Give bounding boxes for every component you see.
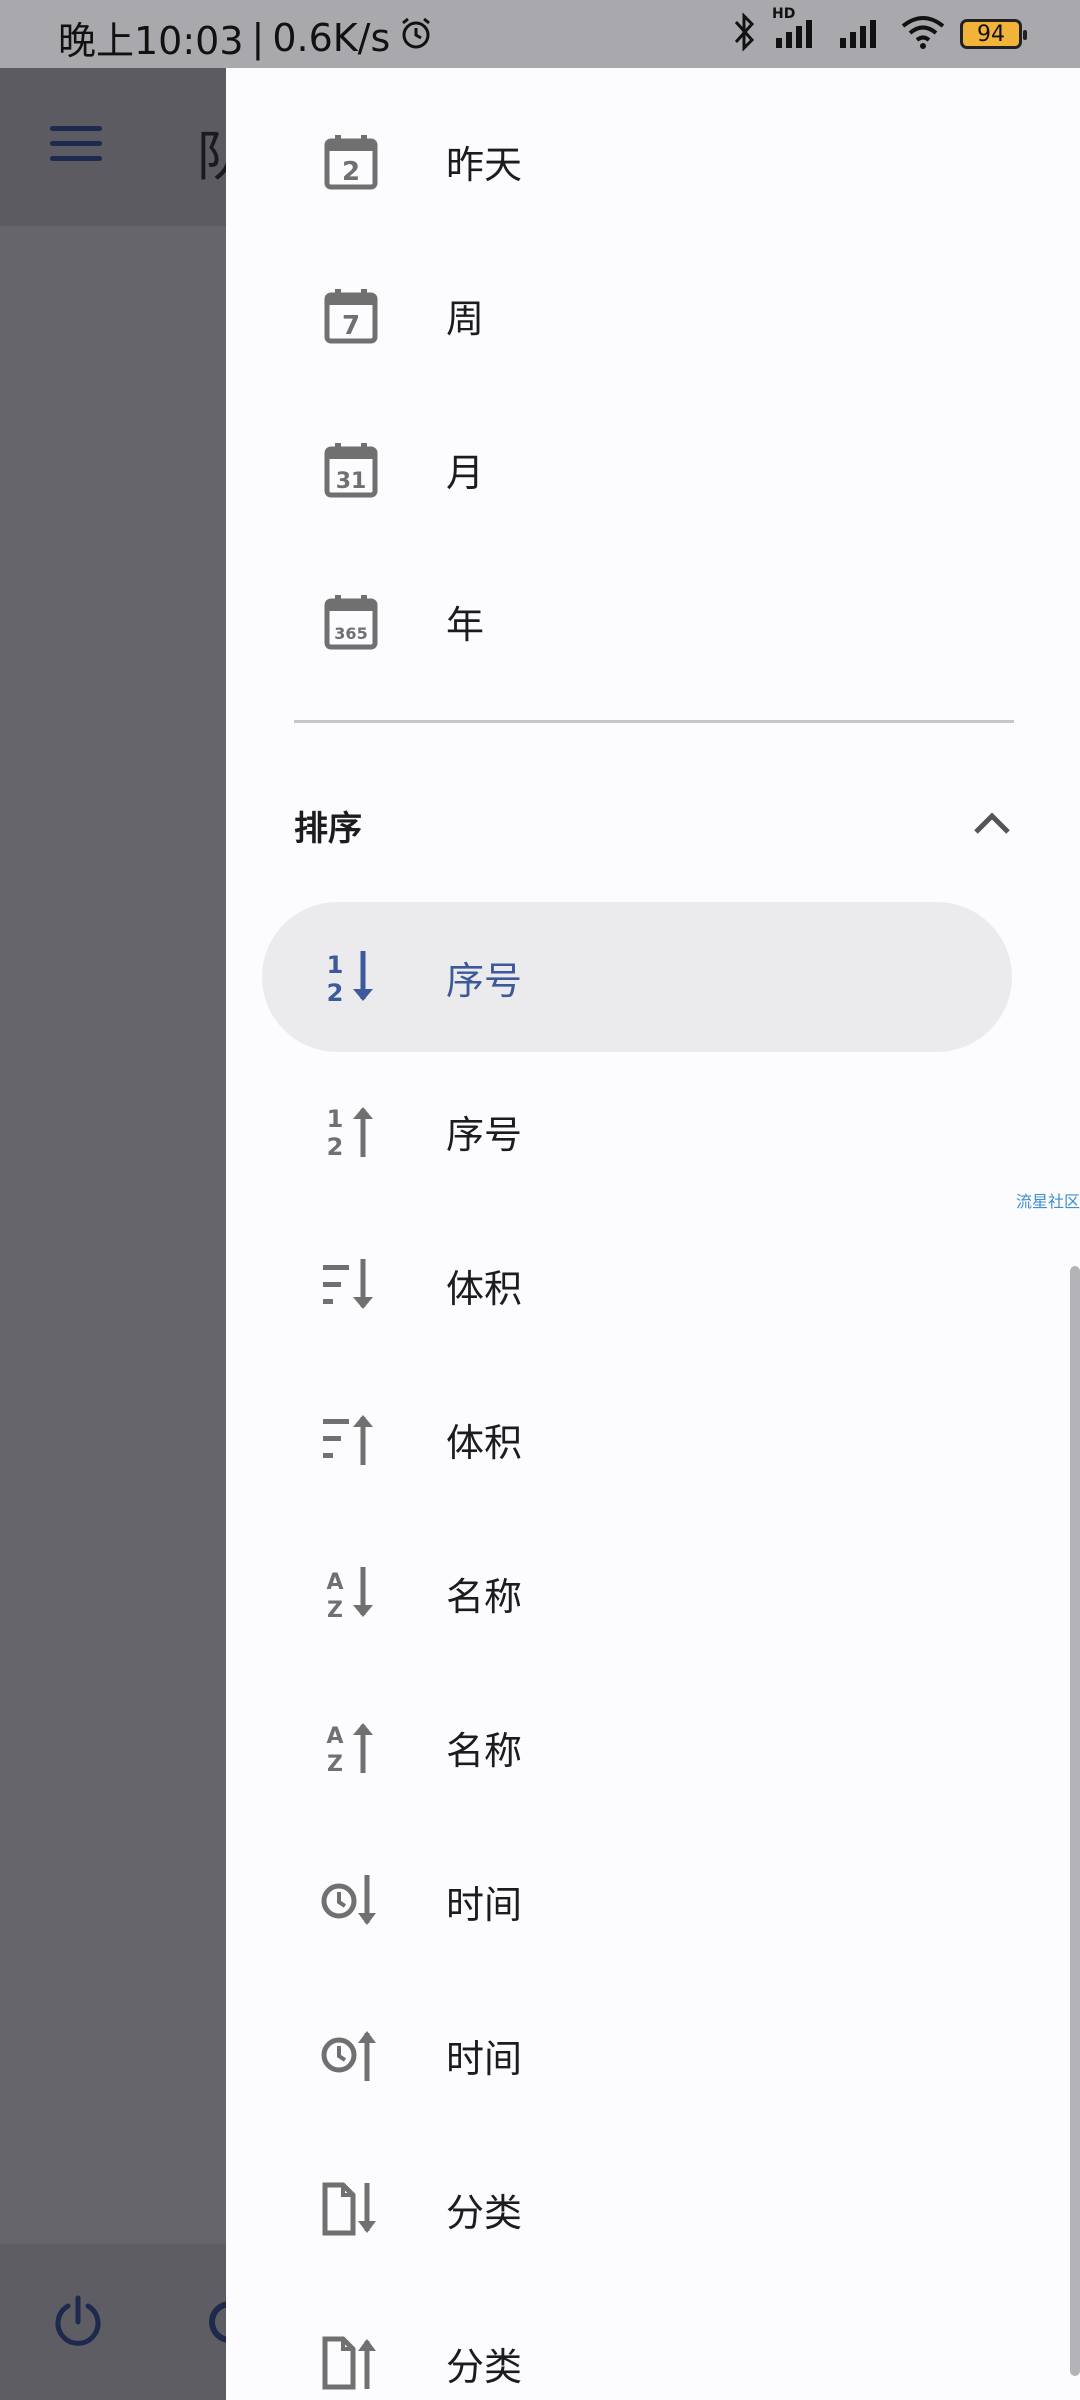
svg-text:A: A [326, 1724, 343, 1749]
svg-text:2: 2 [342, 157, 360, 187]
section-title: 排序 [294, 808, 362, 849]
sort-time-desc-icon [316, 1866, 386, 1936]
drawer-item-label: 昨天 [446, 142, 523, 187]
status-time: 晚上10:03 [58, 19, 244, 63]
drawer-item-month[interactable]: 31 月 [262, 394, 1012, 544]
drawer-item-year[interactable]: 365 年 [262, 546, 1012, 696]
battery-indicator: 94 [960, 19, 1027, 49]
menu-icon[interactable] [50, 126, 102, 166]
calendar-31-icon: 31 [316, 434, 386, 504]
drawer-item-label: 分类 [446, 2344, 523, 2389]
drawer-item-label: 周 [446, 296, 485, 341]
signal-hd-icon: HD [772, 6, 822, 56]
sort-number-desc-icon: 12 [316, 942, 386, 1012]
bluetooth-icon [732, 12, 758, 56]
sort-item-time-asc[interactable]: 时间 [262, 1980, 1012, 2130]
drawer-item-label: 时间 [446, 2036, 523, 2081]
drawer-item-label: 体积 [446, 1420, 523, 1465]
drawer-item-label: 体积 [446, 1266, 523, 1311]
sort-item-name-asc[interactable]: AZ 名称 [262, 1672, 1012, 1822]
calendar-2-icon: 2 [316, 126, 386, 196]
sort-number-asc-icon: 12 [316, 1096, 386, 1166]
wifi-icon [900, 12, 946, 56]
svg-text:2: 2 [327, 979, 344, 1007]
status-right: HD 94 [732, 6, 1027, 56]
watermark-text: 流星社区 [1015, 1192, 1080, 1211]
drawer-item-week[interactable]: 7 周 [262, 240, 1012, 390]
alarm-icon [398, 15, 434, 60]
power-icon[interactable] [50, 2294, 106, 2354]
drawer-item-label: 序号 [446, 1112, 523, 1157]
svg-text:Z: Z [327, 1752, 343, 1777]
drawer-item-label: 月 [446, 450, 485, 495]
hd-label: HD [772, 6, 796, 22]
sort-name-desc-icon: AZ [316, 1558, 386, 1628]
divider [294, 720, 1014, 723]
drawer-item-label: 年 [446, 602, 485, 647]
status-left: 晚上10:03 | 0.6K/s [58, 10, 434, 65]
svg-text:1: 1 [327, 951, 344, 979]
sort-item-name-desc[interactable]: AZ 名称 [262, 1518, 1012, 1668]
signal-icon [836, 12, 886, 56]
calendar-365-icon: 365 [316, 586, 386, 656]
sort-item-number-desc[interactable]: 12 序号 [262, 902, 1012, 1052]
drawer-item-label: 序号 [446, 958, 523, 1003]
network-speed: 0.6K/s [272, 15, 391, 60]
sort-item-time-desc[interactable]: 时间 [262, 1826, 1012, 1976]
svg-text:7: 7 [342, 311, 360, 341]
svg-text:Z: Z [327, 1598, 343, 1623]
svg-text:365: 365 [334, 624, 367, 643]
sort-item-size-asc[interactable]: 体积 [262, 1364, 1012, 1514]
sort-name-asc-icon: AZ [316, 1712, 386, 1782]
navigation-drawer: 今天 2 昨天 7 周 31 月 365 年 排序 12 [226, 0, 1080, 2400]
sort-item-type-asc[interactable]: 分类 [262, 2288, 1012, 2400]
chevron-up-icon[interactable] [970, 808, 1014, 842]
status-bar: 晚上10:03 | 0.6K/s HD 94 [0, 0, 1080, 68]
sort-type-desc-icon [316, 2174, 386, 2244]
svg-text:1: 1 [327, 1105, 344, 1133]
status-separator: | [251, 15, 265, 60]
calendar-7-icon: 7 [316, 280, 386, 350]
drawer-item-label: 分类 [446, 2190, 523, 2235]
sort-section-header[interactable]: 排序 [294, 790, 1014, 860]
sort-size-desc-icon [316, 1250, 386, 1320]
drawer-item-label: 时间 [446, 1882, 523, 1927]
sort-time-asc-icon [316, 2020, 386, 2090]
sort-item-type-desc[interactable]: 分类 [262, 2134, 1012, 2284]
svg-text:A: A [326, 1570, 343, 1595]
sort-item-number-asc[interactable]: 12 序号 [262, 1056, 1012, 1206]
drawer-item-label: 名称 [446, 1728, 523, 1773]
svg-text:31: 31 [336, 469, 367, 494]
drawer-item-yesterday[interactable]: 2 昨天 [262, 86, 1012, 236]
svg-text:2: 2 [327, 1133, 344, 1161]
scrollbar-thumb[interactable] [1070, 1266, 1080, 2376]
sort-type-asc-icon [316, 2328, 386, 2398]
sort-size-asc-icon [316, 1404, 386, 1474]
sort-item-size-desc[interactable]: 体积 [262, 1210, 1012, 1360]
drawer-item-label: 名称 [446, 1574, 523, 1619]
